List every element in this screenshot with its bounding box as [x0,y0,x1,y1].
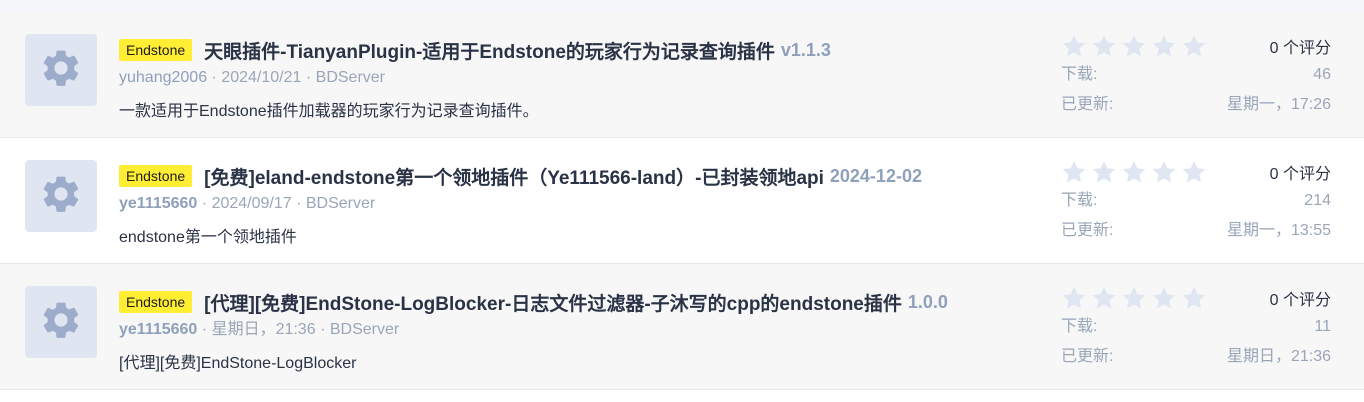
resource-description: endstone第一个领地插件 [119,229,297,246]
updated-stat: 已更新: 星期一，17:26 [1061,90,1331,120]
prefix-badge[interactable]: Endstone [119,291,193,313]
resource-version: 1.0.0 [907,291,948,312]
resource-list: Endstone 天眼插件-TianyanPlugin-适用于Endstone的… [0,12,1364,390]
meta-separator: · [296,195,306,212]
resource-main: Endstone 天眼插件-TianyanPlugin-适用于Endstone的… [119,36,1034,121]
rating-stars [1061,159,1207,185]
prefix-badge[interactable]: Endstone [119,39,193,61]
downloads-label: 下载: [1061,318,1098,335]
resource-stats: 0 个评分 下载: 11 已更新: 星期日，21:36 [1061,284,1331,372]
rating-count: 0 个评分 [1269,292,1331,309]
resource-title-line: Endstone [代理][免费]EndStone-LogBlocker-日志文… [119,288,1034,316]
updated-label: 已更新: [1061,222,1114,239]
star-icon [1181,285,1207,311]
updated-stat: 已更新: 星期一，13:55 [1061,216,1331,246]
downloads-stat: 下载: 46 [1061,60,1331,90]
top-strip [0,0,1364,12]
resource-title-line: Endstone 天眼插件-TianyanPlugin-适用于Endstone的… [119,36,1034,64]
resource-date[interactable]: 星期日，21:36 [212,321,316,338]
resource-description: 一款适用于Endstone插件加载器的玩家行为记录查询插件。 [119,103,539,120]
meta-separator: · [201,321,212,338]
star-icon [1061,33,1087,59]
resource-row: Endstone [免费]eland-endstone第一个领地插件（Ye111… [0,138,1364,264]
resource-meta: yuhang2006 · 2024/10/21 · BDServer [119,67,1034,89]
downloads-label: 下载: [1061,66,1098,83]
resource-main: Endstone [代理][免费]EndStone-LogBlocker-日志文… [119,288,1034,373]
star-icon [1091,285,1117,311]
star-icon [1091,33,1117,59]
resource-meta: ye1115660 · 2024/09/17 · BDServer [119,193,1034,215]
star-icon [1091,159,1117,185]
author-link[interactable]: ye1115660 [119,195,197,212]
resource-avatar[interactable] [25,34,97,106]
downloads-value: 46 [1313,66,1331,83]
rating-line: 0 个评分 [1061,32,1331,60]
star-icon [1061,159,1087,185]
star-icon [1151,285,1177,311]
updated-label: 已更新: [1061,96,1114,113]
star-icon [1121,285,1147,311]
updated-label: 已更新: [1061,348,1114,365]
rating-count: 0 个评分 [1269,40,1331,57]
resource-title-link[interactable]: 天眼插件-TianyanPlugin-适用于Endstone的玩家行为记录查询插… [204,37,775,64]
resource-description: [代理][免费]EndStone-LogBlocker [119,355,357,372]
meta-separator: · [320,321,330,338]
resource-avatar[interactable] [25,160,97,232]
downloads-value: 11 [1314,318,1331,335]
resource-title-link[interactable]: [代理][免费]EndStone-LogBlocker-日志文件过滤器-子沐写的… [204,289,902,316]
resource-stats: 0 个评分 下载: 46 已更新: 星期一，17:26 [1061,32,1331,120]
rating-stars [1061,285,1207,311]
category-link[interactable]: BDServer [306,195,375,212]
star-icon [1121,33,1147,59]
prefix-badge[interactable]: Endstone [119,165,193,187]
resource-main: Endstone [免费]eland-endstone第一个领地插件（Ye111… [119,162,1034,247]
resource-row: Endstone [代理][免费]EndStone-LogBlocker-日志文… [0,264,1364,390]
category-link[interactable]: BDServer [330,321,399,338]
author-link[interactable]: ye1115660 [119,321,197,338]
star-icon [1181,33,1207,59]
star-icon [1121,159,1147,185]
rating-count: 0 个评分 [1269,166,1331,183]
updated-value: 星期日，21:36 [1226,348,1331,365]
rating-line: 0 个评分 [1061,158,1331,186]
star-icon [1151,159,1177,185]
resource-meta: ye1115660 · 星期日，21:36 · BDServer [119,319,1034,341]
rating-stars [1061,33,1207,59]
resource-stats: 0 个评分 下载: 214 已更新: 星期一，13:55 [1061,158,1331,246]
author-link[interactable]: yuhang2006 [119,69,207,86]
downloads-value: 214 [1304,192,1331,209]
star-icon [1181,159,1207,185]
downloads-label: 下载: [1061,192,1098,209]
resource-row: Endstone 天眼插件-TianyanPlugin-适用于Endstone的… [0,12,1364,138]
meta-separator: · [211,69,222,86]
downloads-stat: 下载: 214 [1061,186,1331,216]
updated-value: 星期一，17:26 [1226,96,1331,113]
gear-icon [39,172,83,220]
resource-title-line: Endstone [免费]eland-endstone第一个领地插件（Ye111… [119,162,1034,190]
meta-separator: · [305,69,316,86]
resource-version: 2024-12-02 [829,165,922,186]
updated-value: 星期一，13:55 [1226,222,1331,239]
resource-title-link[interactable]: [免费]eland-endstone第一个领地插件（Ye111566-land）… [204,163,824,190]
gear-icon [39,298,83,346]
star-icon [1151,33,1177,59]
gear-icon [39,46,83,94]
downloads-stat: 下载: 11 [1061,312,1331,342]
rating-line: 0 个评分 [1061,284,1331,312]
resource-version: v1.1.3 [780,39,831,60]
updated-stat: 已更新: 星期日，21:36 [1061,342,1331,372]
resource-date[interactable]: 2024/10/21 [221,69,301,86]
resource-date[interactable]: 2024/09/17 [212,195,292,212]
meta-separator: · [201,195,212,212]
category-link[interactable]: BDServer [316,69,385,86]
star-icon [1061,285,1087,311]
resource-avatar[interactable] [25,286,97,358]
